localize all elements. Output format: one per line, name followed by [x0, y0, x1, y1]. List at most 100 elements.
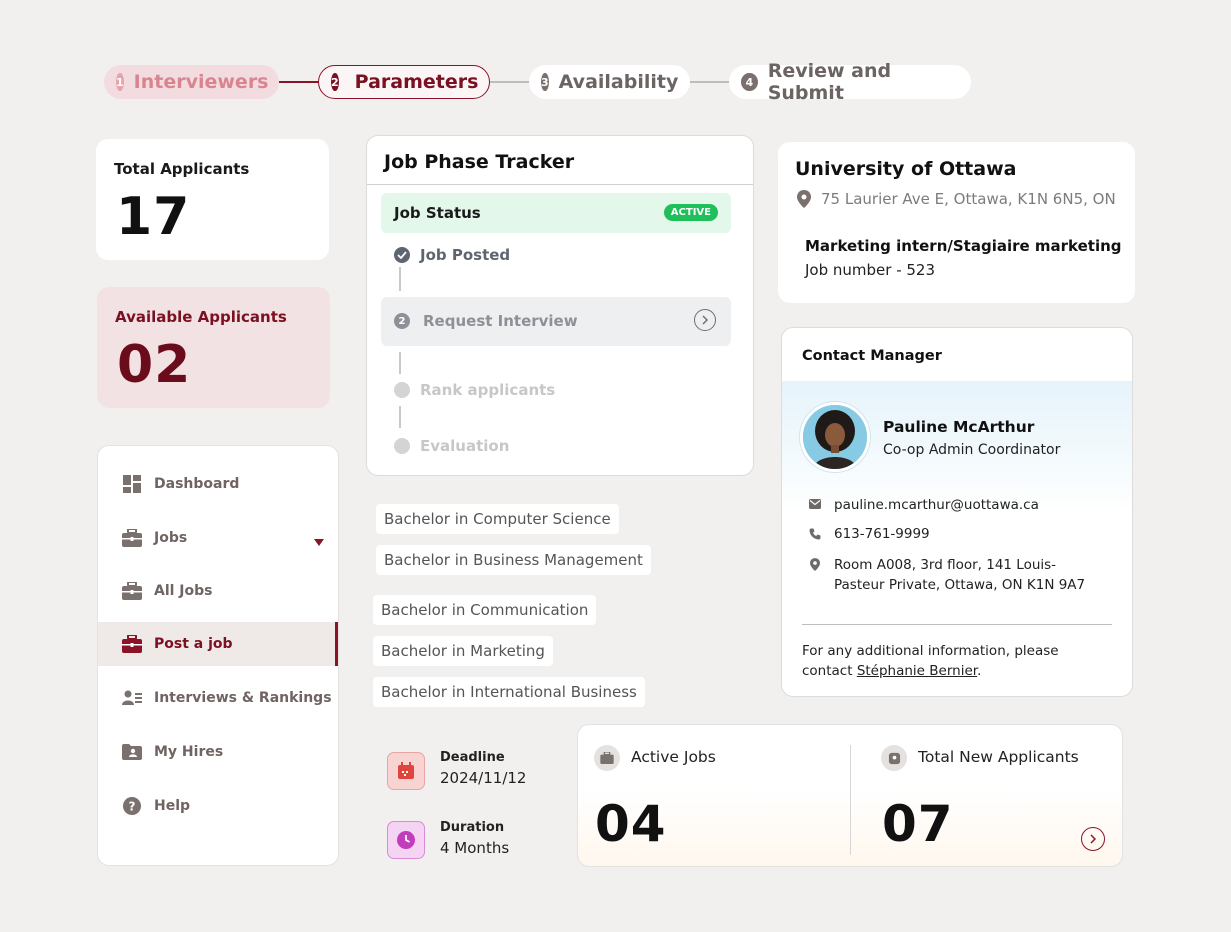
divider — [367, 184, 753, 185]
phase-connector — [399, 267, 401, 291]
contact-address-line: Room A008, 3rd floor, 141 Louis- — [834, 557, 1057, 573]
briefcase-icon — [122, 634, 142, 654]
contact-footer-end: . — [977, 663, 982, 679]
program-tag: Bachelor in Marketing — [373, 636, 553, 666]
step-interviewers[interactable]: 1 Interviewers — [104, 65, 279, 99]
step-number: 4 — [741, 73, 758, 91]
job-status-bar: Job Status ACTIVE — [381, 193, 731, 233]
chevron-down-icon[interactable] — [314, 534, 324, 550]
step-number: 2 — [331, 73, 339, 91]
program-tag: Bachelor in Computer Science — [376, 504, 619, 534]
status-badge: ACTIVE — [663, 204, 718, 221]
total-applicants-label: Total Applicants — [114, 160, 250, 178]
phase-connector — [399, 406, 401, 428]
duration-label: Duration — [440, 820, 505, 835]
step-connector — [490, 81, 530, 83]
phase-evaluation: Evaluation — [394, 437, 744, 455]
phase-request-interview[interactable]: 2 Request Interview — [381, 297, 731, 346]
new-applicants-label: Total New Applicants — [918, 748, 1079, 766]
dashboard-icon — [122, 474, 142, 494]
sidebar-item-label: Post a job — [154, 636, 233, 652]
pending-dot-icon — [394, 382, 410, 398]
active-jobs-value: 04 — [595, 795, 667, 853]
sidebar-item-label: All Jobs — [154, 583, 213, 599]
employer-name: University of Ottawa — [795, 158, 1017, 180]
sidebar-item-my-hires[interactable]: My Hires — [98, 730, 338, 774]
sidebar-item-label: Dashboard — [154, 476, 240, 492]
contact-phone-row: 613-761-9999 — [808, 526, 930, 542]
jobs-summary-card: Active Jobs 04 Total New Applicants 07 — [577, 724, 1123, 867]
clock-icon — [387, 821, 425, 859]
phase-connector — [399, 352, 401, 374]
sidebar-item-label: Jobs — [154, 530, 188, 546]
briefcase-icon — [122, 581, 142, 601]
contact-footer-link[interactable]: Stéphanie Bernier — [857, 663, 977, 679]
available-applicants-value: 02 — [117, 335, 192, 395]
sidebar: Dashboard Jobs All Jobs Post a job Inter… — [97, 445, 339, 866]
chevron-right-icon[interactable] — [1081, 827, 1105, 851]
contact-email-row: pauline.mcarthur@uottawa.ca — [808, 497, 1039, 513]
avatar — [800, 402, 870, 472]
svg-text:?: ? — [129, 800, 136, 814]
phase-number-icon: 2 — [394, 313, 410, 329]
step-parameters[interactable]: 2 Parameters — [318, 65, 490, 99]
tracker-title: Job Phase Tracker — [384, 151, 575, 173]
step-availability[interactable]: 3 Availability — [529, 65, 690, 99]
phase-label: Evaluation — [420, 437, 510, 455]
sidebar-item-post-a-job[interactable]: Post a job — [98, 622, 338, 666]
briefcase-icon — [122, 528, 142, 548]
phase-rank-applicants: Rank applicants — [394, 381, 744, 399]
phone-icon — [808, 526, 822, 540]
new-applicants-icon — [881, 745, 907, 771]
step-review-submit[interactable]: 4 Review and Submit — [729, 60, 971, 104]
contact-email[interactable]: pauline.mcarthur@uottawa.ca — [834, 497, 1039, 513]
divider — [850, 745, 851, 855]
active-jobs-label: Active Jobs — [631, 748, 716, 766]
program-tag: Bachelor in Business Management — [376, 545, 651, 575]
contact-address-line: Pasteur Private, Ottawa, ON K1N 9A7 — [834, 577, 1086, 593]
total-applicants-card: Total Applicants 17 — [96, 139, 329, 260]
location-pin-icon — [808, 555, 822, 571]
program-tag: Bachelor in International Business — [373, 677, 645, 707]
duration-block: Duration 4 Months — [440, 820, 509, 857]
calendar-icon — [387, 752, 425, 790]
total-applicants-value: 17 — [116, 187, 191, 247]
check-icon — [394, 247, 410, 263]
sidebar-item-dashboard[interactable]: Dashboard — [98, 462, 338, 506]
sidebar-item-all-jobs[interactable]: All Jobs — [98, 569, 338, 613]
job-number: Job number - 523 — [805, 261, 936, 279]
contact-footer: For any additional information, please c… — [802, 641, 1102, 681]
chevron-right-icon[interactable] — [694, 309, 716, 331]
briefcase-icon — [594, 745, 620, 771]
contact-phone[interactable]: 613-761-9999 — [834, 526, 930, 542]
mail-icon — [808, 497, 822, 509]
new-applicants-value: 07 — [882, 795, 954, 853]
help-icon: ? — [122, 796, 142, 816]
step-label: Parameters — [354, 71, 479, 93]
phase-label: Request Interview — [423, 312, 578, 330]
step-number: 3 — [541, 73, 549, 91]
contact-address-row: Room A008, 3rd floor, 141 Louis- Pasteur… — [808, 555, 1085, 595]
contact-header: Contact Manager — [802, 348, 942, 364]
sidebar-item-help[interactable]: ? Help — [98, 784, 338, 828]
step-label: Review and Submit — [767, 60, 892, 104]
available-applicants-card[interactable]: Available Applicants 02 — [97, 287, 330, 408]
sidebar-item-label: Interviews & Rankings — [154, 690, 332, 706]
sidebar-item-label: My Hires — [154, 744, 224, 760]
step-connector — [690, 81, 730, 83]
pending-dot-icon — [394, 438, 410, 454]
sidebar-item-jobs[interactable]: Jobs — [98, 516, 338, 560]
deadline-block: Deadline 2024/11/12 — [440, 750, 526, 787]
sidebar-item-interviews-rankings[interactable]: Interviews & Rankings — [98, 676, 338, 720]
job-phase-tracker: Job Phase Tracker Job Status ACTIVE Job … — [366, 135, 754, 476]
phase-label: Rank applicants — [420, 381, 556, 399]
step-connector — [279, 81, 319, 83]
duration-value: 4 Months — [440, 839, 510, 857]
step-label: Availability — [558, 71, 679, 93]
employer-card: University of Ottawa 75 Laurier Ave E, O… — [778, 142, 1135, 303]
phase-job-posted: Job Posted — [394, 246, 744, 264]
employer-address: 75 Laurier Ave E, Ottawa, K1N 6N5, ON — [821, 190, 1116, 208]
folder-person-icon — [122, 742, 142, 762]
contact-manager-card: Contact Manager Pauline McArthur Co-op A… — [781, 327, 1133, 697]
job-title: Marketing intern/Stagiaire marketing — [805, 237, 1122, 255]
